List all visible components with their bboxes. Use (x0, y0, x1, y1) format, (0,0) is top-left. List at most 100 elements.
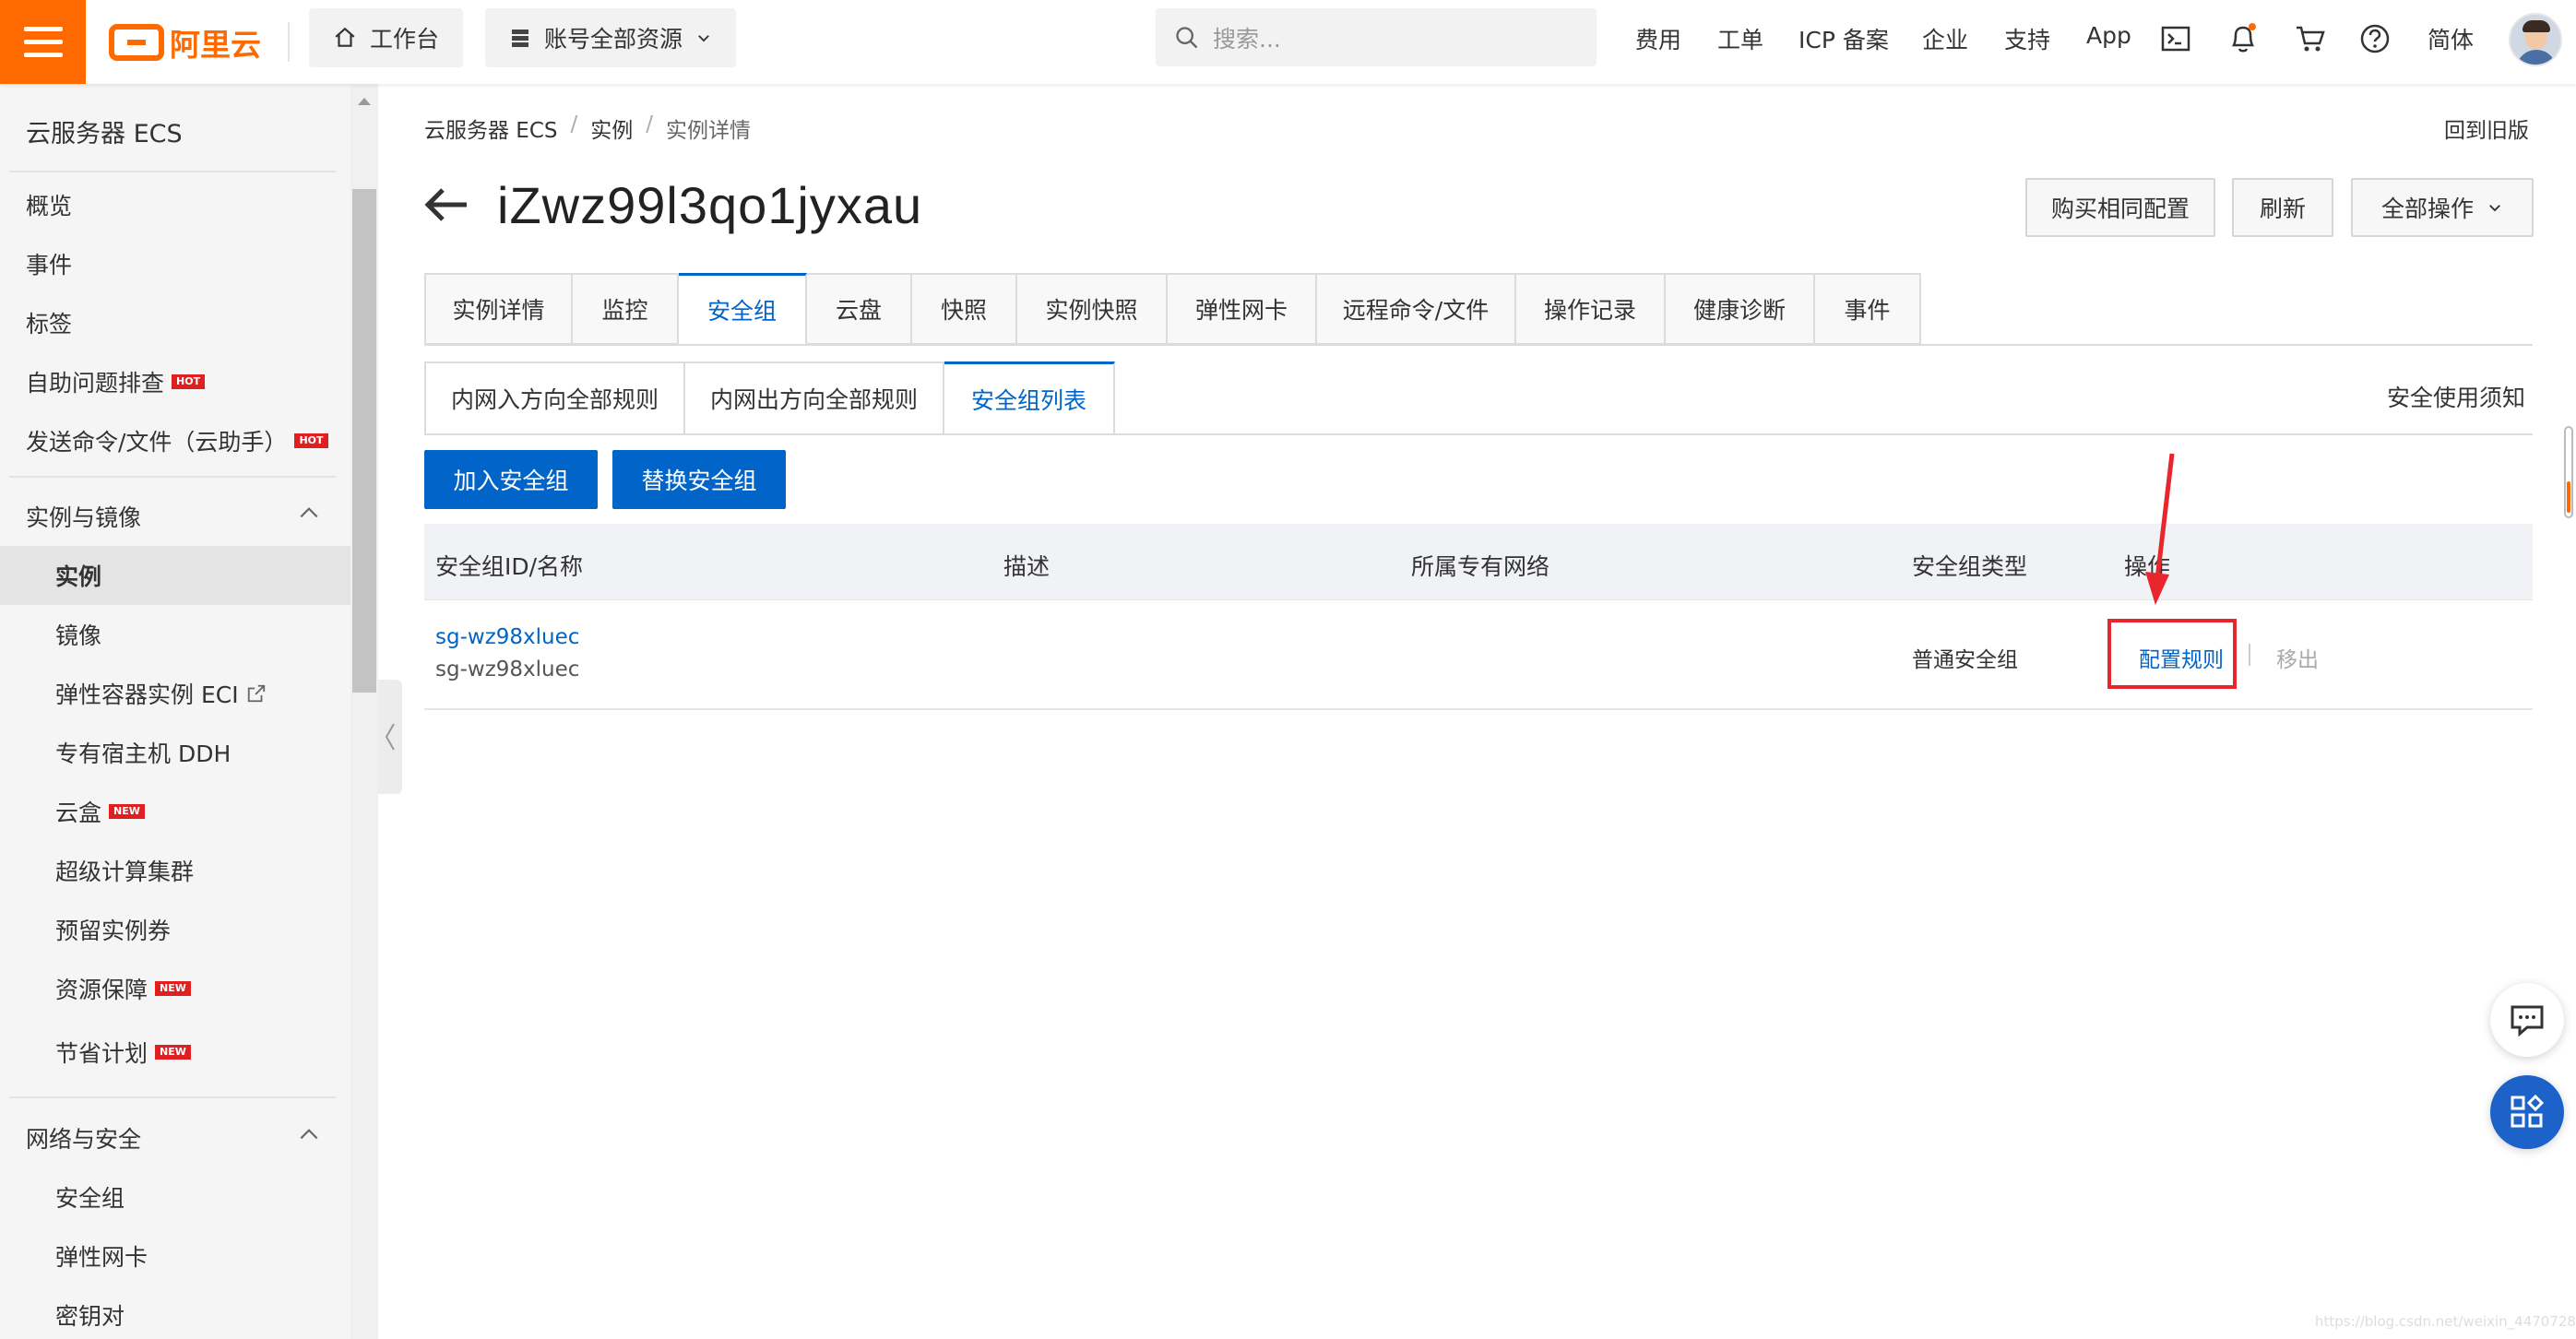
tab-security-group[interactable]: 安全组 (679, 273, 807, 345)
remove-link[interactable]: 移出 (2276, 642, 2319, 673)
nav-link-support[interactable]: 支持 (2004, 22, 2050, 55)
sidebar-item-images[interactable]: 镜像 (55, 618, 101, 651)
tab-events[interactable]: 事件 (1815, 273, 1921, 345)
column-header-type: 安全组类型 (1912, 553, 2028, 580)
new-badge: NEW (155, 1045, 191, 1060)
language-switch[interactable]: 简体 (2428, 22, 2474, 55)
sidebar-active-highlight (0, 546, 350, 605)
sidebar-item-ddh[interactable]: 专有宿主机 DDH (55, 736, 231, 769)
sidebar-item-tags[interactable]: 标签 (26, 306, 72, 339)
resources-dropdown[interactable]: 账号全部资源 (485, 8, 736, 67)
hamburger-menu-icon[interactable] (0, 0, 86, 84)
page-scroll-indicator[interactable] (2564, 426, 2573, 518)
subtab-outbound-rules[interactable]: 内网出方向全部规则 (685, 361, 944, 435)
sidebar-item-label: 标签 (26, 311, 73, 338)
refresh-button[interactable]: 刷新 (2232, 178, 2333, 237)
subtabs-divider (424, 433, 2533, 435)
nav-link-tickets[interactable]: 工单 (1717, 22, 1763, 55)
sidebar-item-label: 密钥对 (55, 1303, 125, 1330)
chevron-left-icon (385, 723, 395, 751)
sidebar-item-instances[interactable]: 实例 (55, 559, 101, 592)
replace-security-group-button[interactable]: 替换安全组 (612, 450, 786, 509)
chevron-up-icon[interactable] (297, 1122, 321, 1146)
chat-support-button[interactable] (2490, 983, 2564, 1057)
security-notice-link[interactable]: 安全使用须知 (2387, 380, 2525, 413)
search-input[interactable]: 搜索... (1156, 8, 1597, 66)
sidebar-item-label: 弹性容器实例 ECI (55, 681, 239, 708)
app-launcher-button[interactable] (2490, 1075, 2564, 1149)
sidebar-item-resource-assurance[interactable]: 资源保障 NEW (55, 972, 191, 1005)
back-arrow-icon[interactable] (422, 184, 470, 225)
sidebar-item-savings-plan[interactable]: 节省计划 NEW (55, 1036, 191, 1069)
tab-health-diagnosis[interactable]: 健康诊断 (1666, 273, 1815, 345)
sidebar-scrollbar-thumb[interactable] (352, 189, 376, 693)
top-navigation-bar: 阿里云 工作台 账号全部资源 搜索... 费用 工单 ICP 备案 企业 支持 … (0, 0, 2576, 84)
sidebar-item-cloudbox[interactable]: 云盒 NEW (55, 795, 145, 828)
tab-operation-records[interactable]: 操作记录 (1516, 273, 1666, 345)
chat-icon (2511, 1005, 2544, 1037)
button-label: 替换安全组 (641, 468, 757, 494)
sidebar-item-label: 事件 (26, 252, 73, 278)
sidebar-item-send-command[interactable]: 发送命令/文件（云助手） HOT (26, 424, 328, 457)
all-operations-dropdown[interactable]: 全部操作 (2351, 178, 2534, 237)
sidebar-item-keypairs[interactable]: 密钥对 (55, 1298, 125, 1332)
security-group-type: 普通安全组 (1912, 648, 2018, 672)
tab-monitoring[interactable]: 监控 (573, 273, 679, 345)
workbench-button[interactable]: 工作台 (309, 8, 463, 67)
security-group-id-link[interactable]: sg-wz98xluec (435, 625, 579, 649)
sidebar-item-eni[interactable]: 弹性网卡 (55, 1239, 148, 1273)
instance-detail-tabs: 实例详情 监控 安全组 云盘 快照 实例快照 弹性网卡 远程命令/文件 操作记录… (424, 273, 1921, 345)
subtab-security-group-list[interactable]: 安全组列表 (944, 361, 1115, 435)
button-label: 加入安全组 (453, 468, 569, 494)
aliyun-logo[interactable]: 阿里云 (109, 20, 261, 65)
back-to-old-version-link[interactable]: 回到旧版 (2444, 113, 2529, 144)
tabs-divider (424, 344, 2533, 346)
nav-link-icp[interactable]: ICP 备案 (1798, 22, 1889, 55)
logo-text: 阿里云 (170, 27, 261, 63)
sidebar-item-events[interactable]: 事件 (26, 247, 72, 280)
sidebar-item-reserved-instances[interactable]: 预留实例券 (55, 913, 171, 946)
sidebar-group-instances-images[interactable]: 实例与镜像 (26, 500, 141, 533)
nav-link-enterprise[interactable]: 企业 (1922, 22, 1968, 55)
subtab-inbound-rules[interactable]: 内网入方向全部规则 (424, 361, 685, 435)
sidebar-group-network-security[interactable]: 网络与安全 (26, 1121, 141, 1155)
scroll-up-arrow-icon[interactable] (358, 98, 371, 105)
bell-icon[interactable] (2226, 22, 2260, 55)
cart-icon[interactable] (2294, 22, 2327, 55)
sidebar-item-supercomputing[interactable]: 超级计算集群 (55, 854, 194, 887)
security-group-name: sg-wz98xluec (435, 658, 580, 681)
hot-badge: HOT (172, 374, 206, 389)
sidebar-item-label: 自助问题排查 (26, 370, 165, 397)
hot-badge: HOT (294, 433, 328, 448)
home-icon (335, 27, 355, 47)
sidebar-collapse-toggle[interactable] (378, 680, 402, 794)
tab-instance-detail[interactable]: 实例详情 (424, 273, 573, 345)
sidebar-item-eci[interactable]: 弹性容器实例 ECI (55, 677, 267, 710)
help-icon[interactable] (2358, 22, 2392, 55)
sidebar-item-label: 云盒 (55, 800, 102, 826)
tab-snapshots[interactable]: 快照 (912, 273, 1017, 345)
breadcrumb-ecs[interactable]: 云服务器 ECS (424, 113, 558, 144)
tab-eni[interactable]: 弹性网卡 (1168, 273, 1317, 345)
column-header-id-name: 安全组ID/名称 (435, 553, 584, 580)
breadcrumb-instances[interactable]: 实例 (590, 113, 633, 144)
buy-same-config-button[interactable]: 购买相同配置 (2025, 178, 2215, 237)
tab-remote-commands[interactable]: 远程命令/文件 (1317, 273, 1516, 345)
sidebar-item-security-groups[interactable]: 安全组 (55, 1180, 125, 1214)
user-avatar[interactable] (2509, 13, 2562, 66)
tab-instance-snapshots[interactable]: 实例快照 (1017, 273, 1168, 345)
breadcrumb-separator: / (646, 113, 654, 136)
tab-disks[interactable]: 云盘 (807, 273, 912, 345)
notification-dot (2249, 23, 2256, 30)
sidebar-item-overview[interactable]: 概览 (26, 188, 72, 221)
sidebar-item-label: 预留实例券 (55, 918, 172, 944)
sidebar-item-label: 超级计算集群 (55, 859, 195, 885)
nav-link-app[interactable]: App (2086, 22, 2131, 49)
join-security-group-button[interactable]: 加入安全组 (424, 450, 598, 509)
terminal-icon[interactable] (2159, 22, 2192, 55)
chevron-down-icon (698, 35, 709, 42)
sidebar-item-label: 弹性网卡 (55, 1244, 148, 1271)
sidebar-item-troubleshoot[interactable]: 自助问题排查 HOT (26, 365, 206, 398)
chevron-up-icon[interactable] (297, 501, 321, 525)
nav-link-fees[interactable]: 费用 (1635, 22, 1681, 55)
